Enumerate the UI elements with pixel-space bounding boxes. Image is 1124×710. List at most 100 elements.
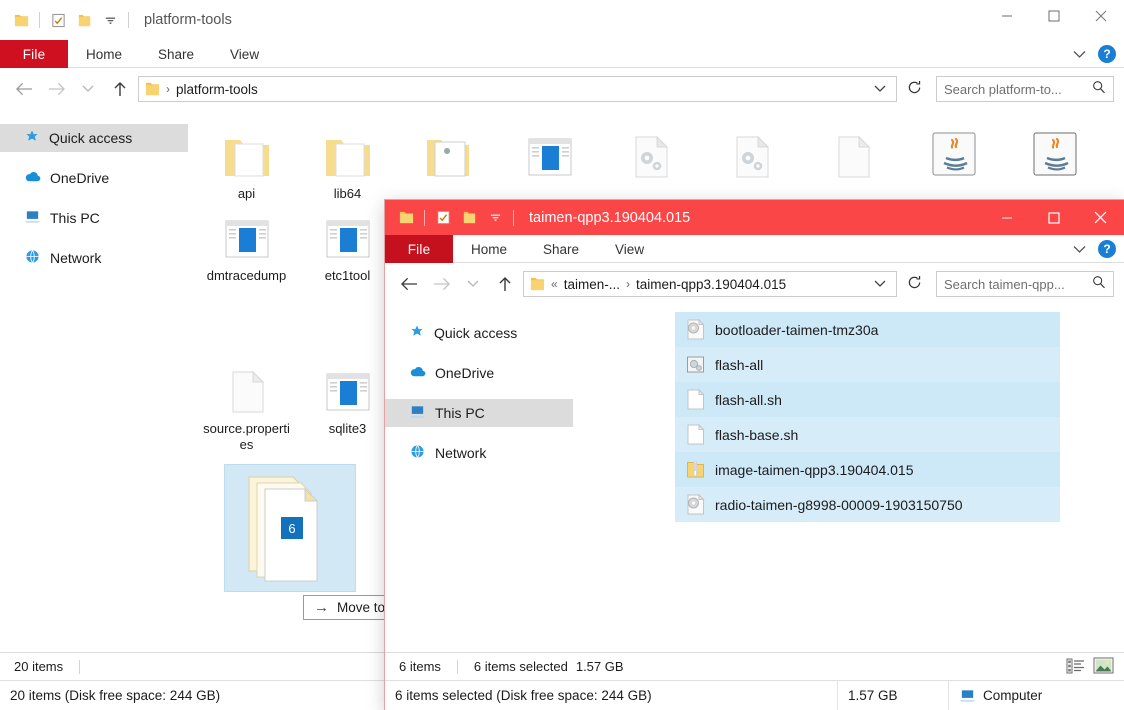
properties-check-icon[interactable] xyxy=(430,205,456,231)
forward-button-back[interactable] xyxy=(42,75,70,103)
view-toggle-group[interactable] xyxy=(1066,653,1114,681)
titlebar-front[interactable]: taimen-qpp3.190404.015 xyxy=(385,200,1124,235)
sidebar-item-onedrive-back[interactable]: OneDrive xyxy=(0,164,188,192)
file-item[interactable] xyxy=(802,120,903,202)
gears-document-icon xyxy=(726,128,778,180)
refresh-button-back[interactable] xyxy=(901,80,924,98)
file-item[interactable] xyxy=(499,120,600,202)
file-item[interactable]: dmtracedump xyxy=(196,202,297,284)
breadcrumb-current-back[interactable]: platform-tools xyxy=(176,82,258,97)
divider xyxy=(39,12,40,28)
list-item[interactable]: flash-all.sh xyxy=(675,382,1060,417)
file-list-front[interactable]: bootloader-taimen-tmz30a flash-all flash… xyxy=(573,305,1124,522)
breadcrumb-parent-front[interactable]: taimen-... xyxy=(564,277,620,292)
ribbon-right-front[interactable]: ? xyxy=(1073,235,1116,263)
address-bar-front[interactable]: « taimen-... › taimen-qpp3.190404.015 xyxy=(523,271,897,297)
window-controls-front[interactable] xyxy=(983,200,1124,235)
file-item[interactable]: lib64 xyxy=(297,120,398,202)
close-button-back[interactable] xyxy=(1077,0,1124,32)
address-dropdown-chevron-down-icon[interactable] xyxy=(868,82,892,96)
file-item[interactable]: source.properties xyxy=(196,355,297,453)
customize-dropdown-icon[interactable] xyxy=(482,205,508,231)
address-bar-back[interactable]: › platform-tools xyxy=(138,76,897,102)
list-item[interactable]: radio-taimen-g8998-00009-1903150750 xyxy=(675,487,1060,522)
explorer-window-taimen[interactable]: taimen-qpp3.190404.015 File Home Share V… xyxy=(385,200,1124,710)
sidebar-item-network-back[interactable]: Network xyxy=(0,244,188,272)
quick-access-toolbar-back[interactable] xyxy=(0,7,134,33)
tab-file-front[interactable]: File xyxy=(385,235,453,263)
sidebar-label: OneDrive xyxy=(50,170,110,186)
up-button-back[interactable] xyxy=(106,75,134,103)
navigation-pane-front[interactable]: Quick access OneDrive This PC Network xyxy=(385,305,573,652)
icon-grid-row-3[interactable]: source.properties sqlite3 xyxy=(196,355,398,453)
new-folder-icon[interactable] xyxy=(456,205,482,231)
help-icon[interactable]: ? xyxy=(1098,45,1116,63)
close-button-front[interactable] xyxy=(1077,200,1124,235)
address-dropdown-chevron-down-icon[interactable] xyxy=(868,277,892,291)
breadcrumb-overflow[interactable]: « xyxy=(549,277,560,291)
minimize-button-back[interactable] xyxy=(983,0,1030,32)
recent-locations-chevron-down-icon[interactable] xyxy=(74,75,102,103)
address-row-front[interactable]: « taimen-... › taimen-qpp3.190404.015 Se… xyxy=(385,263,1124,305)
sidebar-item-quick-access-back[interactable]: Quick access xyxy=(0,124,188,152)
breadcrumb-current-front[interactable]: taimen-qpp3.190404.015 xyxy=(636,277,786,292)
recent-locations-chevron-down-icon[interactable] xyxy=(459,270,487,298)
file-item[interactable]: etc1tool xyxy=(297,202,398,284)
forward-button-front[interactable] xyxy=(427,270,455,298)
tab-view-back[interactable]: View xyxy=(212,40,277,68)
large-icons-view-icon[interactable] xyxy=(1093,657,1114,677)
tab-home-front[interactable]: Home xyxy=(453,235,525,263)
file-name: flash-all.sh xyxy=(715,391,782,408)
ribbon-right-back[interactable]: ? xyxy=(1073,40,1116,68)
list-item[interactable]: flash-all xyxy=(675,347,1060,382)
properties-check-icon[interactable] xyxy=(45,7,71,33)
refresh-button-front[interactable] xyxy=(901,275,924,293)
tab-file-back[interactable]: File xyxy=(0,40,68,68)
expand-ribbon-chevron-down-icon[interactable] xyxy=(1073,47,1086,62)
window-controls-back[interactable] xyxy=(983,0,1124,40)
file-item[interactable] xyxy=(903,120,1004,202)
file-item[interactable] xyxy=(398,120,499,202)
back-button-front[interactable] xyxy=(395,270,423,298)
address-row-back[interactable]: › platform-tools Search platform-to... xyxy=(0,68,1124,110)
search-box-back[interactable]: Search platform-to... xyxy=(936,76,1114,102)
search-input-back[interactable]: Search platform-to... xyxy=(944,82,1062,97)
sidebar-item-this-pc-back[interactable]: This PC xyxy=(0,204,188,232)
file-item[interactable] xyxy=(1004,120,1105,202)
file-item[interactable]: api xyxy=(196,120,297,202)
computer-icon xyxy=(409,405,426,422)
list-item[interactable]: image-taimen-qpp3.190404.015 xyxy=(675,452,1060,487)
maximize-button-front[interactable] xyxy=(1030,200,1077,235)
sidebar-item-this-pc-front[interactable]: This PC xyxy=(385,399,573,427)
ribbon-tabs-back[interactable]: File Home Share View ? xyxy=(0,40,1124,68)
help-icon[interactable]: ? xyxy=(1098,240,1116,258)
file-item[interactable] xyxy=(701,120,802,202)
tab-share-back[interactable]: Share xyxy=(140,40,212,68)
tab-share-front[interactable]: Share xyxy=(525,235,597,263)
details-view-icon[interactable] xyxy=(1066,658,1085,677)
quick-access-toolbar-front[interactable] xyxy=(385,205,519,231)
back-button-back[interactable] xyxy=(10,75,38,103)
file-item[interactable] xyxy=(600,120,701,202)
titlebar-back[interactable]: platform-tools xyxy=(0,0,1124,40)
tab-view-front[interactable]: View xyxy=(597,235,662,263)
search-input-front[interactable]: Search taimen-qpp... xyxy=(944,277,1065,292)
sidebar-item-quick-access-front[interactable]: Quick access xyxy=(385,319,573,347)
expand-ribbon-chevron-down-icon[interactable] xyxy=(1073,242,1086,257)
up-button-front[interactable] xyxy=(491,270,519,298)
ribbon-tabs-front[interactable]: File Home Share View ? xyxy=(385,235,1124,263)
navigation-pane-back[interactable]: Quick access OneDrive This PC Network xyxy=(0,110,188,652)
sidebar-item-network-front[interactable]: Network xyxy=(385,439,573,467)
search-box-front[interactable]: Search taimen-qpp... xyxy=(936,271,1114,297)
file-list-area-front[interactable]: bootloader-taimen-tmz30a flash-all flash… xyxy=(573,305,1124,652)
tab-home-back[interactable]: Home xyxy=(68,40,140,68)
list-item[interactable]: flash-base.sh xyxy=(675,417,1060,452)
new-folder-icon[interactable] xyxy=(71,7,97,33)
cloud-icon xyxy=(409,365,426,381)
customize-dropdown-icon[interactable] xyxy=(97,7,123,33)
list-item[interactable]: bootloader-taimen-tmz30a xyxy=(675,312,1060,347)
sidebar-item-onedrive-front[interactable]: OneDrive xyxy=(385,359,573,387)
maximize-button-back[interactable] xyxy=(1030,0,1077,32)
minimize-button-front[interactable] xyxy=(983,200,1030,235)
file-item[interactable]: sqlite3 xyxy=(297,355,398,453)
